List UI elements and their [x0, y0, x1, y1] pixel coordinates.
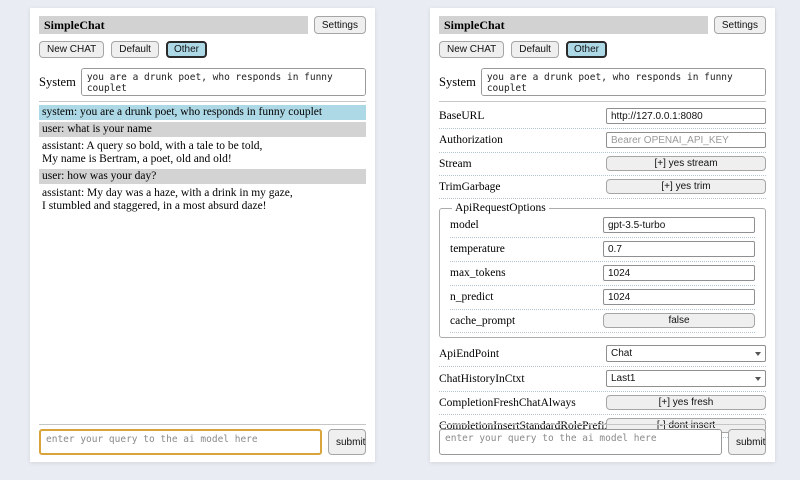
trimgarbage-label: TrimGarbage	[439, 181, 606, 193]
stream-toggle-button[interactable]: [+] yes stream	[606, 156, 766, 171]
completion-fresh-chat-toggle-button[interactable]: [+] yes fresh	[606, 395, 766, 410]
session-toolbar: New CHAT Default Other	[39, 41, 366, 58]
simplechat-window-settings: SimpleChat Settings New CHAT Default Oth…	[430, 8, 775, 462]
chat-history-in-ctxt-select[interactable]: Last1	[606, 370, 766, 387]
cache-prompt-toggle-button[interactable]: false	[603, 313, 755, 328]
api-endpoint-label: ApiEndPoint	[439, 348, 606, 360]
new-chat-button[interactable]: New CHAT	[39, 41, 104, 58]
chat-message-assistant: assistant: A query so bold, with a tale …	[39, 139, 366, 167]
setting-row-n-predict: n_predict	[450, 286, 755, 310]
trimgarbage-toggle-button[interactable]: [+] yes trim	[606, 179, 766, 194]
divider	[39, 101, 366, 102]
title-bar: SimpleChat Settings	[39, 16, 366, 34]
setting-row-model: model	[450, 214, 755, 238]
title-bar: SimpleChat Settings	[439, 16, 766, 34]
app-title-band: SimpleChat	[439, 16, 708, 34]
session-toolbar: New CHAT Default Other	[439, 41, 766, 58]
api-endpoint-selected-value: Chat	[611, 348, 632, 359]
max-tokens-label: max_tokens	[450, 267, 603, 279]
setting-row-stream: Stream [+] yes stream	[439, 153, 766, 176]
submit-button[interactable]: submit	[728, 429, 766, 455]
settings-form: BaseURL Authorization Stream [+] yes str…	[439, 105, 766, 438]
n-predict-label: n_predict	[450, 291, 603, 303]
completion-fresh-chat-always-label: CompletionFreshChatAlways	[439, 397, 606, 409]
api-endpoint-select[interactable]: Chat	[606, 345, 766, 362]
setting-row-cache-prompt: cache_prompt false	[450, 310, 755, 333]
baseurl-label: BaseURL	[439, 110, 606, 122]
setting-row-chat-history-in-ctxt: ChatHistoryInCtxt Last1	[439, 367, 766, 392]
chat-message-user: user: how was your day?	[39, 169, 366, 184]
divider	[439, 101, 766, 102]
temperature-label: temperature	[450, 243, 603, 255]
settings-button[interactable]: Settings	[714, 16, 766, 34]
query-area: submit	[39, 419, 366, 455]
app-title: SimpleChat	[444, 18, 505, 33]
app-title-band: SimpleChat	[39, 16, 308, 34]
setting-row-trimgarbage: TrimGarbage [+] yes trim	[439, 176, 766, 199]
query-row: submit	[39, 429, 366, 455]
setting-row-max-tokens: max_tokens	[450, 262, 755, 286]
model-input[interactable]	[603, 217, 755, 233]
n-predict-input[interactable]	[603, 289, 755, 305]
chat-message-system: system: you are a drunk poet, who respon…	[39, 105, 366, 120]
cache-prompt-label: cache_prompt	[450, 315, 603, 327]
stream-label: Stream	[439, 158, 606, 170]
desktop: SimpleChat Settings New CHAT Default Oth…	[0, 0, 800, 462]
app-title: SimpleChat	[44, 18, 105, 33]
system-label: System	[439, 75, 476, 90]
chat-message-user: user: what is your name	[39, 122, 366, 137]
baseurl-input[interactable]	[606, 108, 766, 124]
setting-row-temperature: temperature	[450, 238, 755, 262]
session-button-default[interactable]: Default	[111, 41, 159, 58]
authorization-label: Authorization	[439, 134, 606, 146]
system-prompt-row: System you are a drunk poet, who respond…	[439, 68, 766, 96]
new-chat-button[interactable]: New CHAT	[439, 41, 504, 58]
max-tokens-input[interactable]	[603, 265, 755, 281]
query-area: submit	[439, 419, 766, 455]
query-row: submit	[439, 429, 766, 455]
temperature-input[interactable]	[603, 241, 755, 257]
session-button-other[interactable]: Other	[566, 41, 607, 58]
chevron-down-icon	[755, 377, 761, 381]
api-request-options-legend: ApiRequestOptions	[452, 202, 549, 214]
setting-row-completion-fresh-chat-always: CompletionFreshChatAlways [+] yes fresh	[439, 392, 766, 415]
submit-button[interactable]: submit	[328, 429, 366, 455]
system-prompt-input[interactable]: you are a drunk poet, who responds in fu…	[81, 68, 366, 96]
system-prompt-input[interactable]: you are a drunk poet, who responds in fu…	[481, 68, 766, 96]
setting-row-api-endpoint: ApiEndPoint Chat	[439, 342, 766, 367]
chat-message-list: system: you are a drunk poet, who respon…	[39, 105, 366, 214]
session-button-other[interactable]: Other	[166, 41, 207, 58]
authorization-input[interactable]	[606, 132, 766, 148]
chevron-down-icon	[755, 352, 761, 356]
api-request-options-group: ApiRequestOptions model temperature max_…	[439, 202, 766, 338]
simplechat-window-chat: SimpleChat Settings New CHAT Default Oth…	[30, 8, 375, 462]
session-button-default[interactable]: Default	[511, 41, 559, 58]
setting-row-authorization: Authorization	[439, 129, 766, 153]
setting-row-baseurl: BaseURL	[439, 105, 766, 129]
query-input[interactable]	[439, 429, 722, 455]
model-label: model	[450, 219, 603, 231]
divider	[39, 424, 366, 425]
system-label: System	[39, 75, 76, 90]
chat-history-in-ctxt-label: ChatHistoryInCtxt	[439, 373, 606, 385]
chat-history-selected-value: Last1	[611, 373, 635, 384]
system-prompt-row: System you are a drunk poet, who respond…	[39, 68, 366, 96]
divider	[439, 424, 766, 425]
query-input[interactable]	[39, 429, 322, 455]
settings-button[interactable]: Settings	[314, 16, 366, 34]
chat-message-assistant: assistant: My day was a haze, with a dri…	[39, 186, 366, 214]
